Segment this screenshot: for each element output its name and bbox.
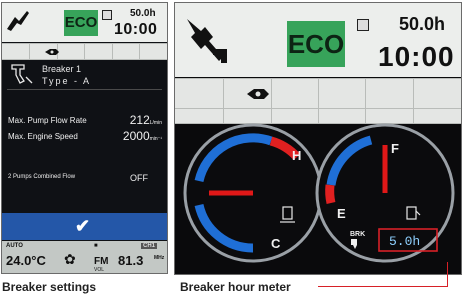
temp-high-label: H [292,148,301,163]
climate-audio-bar: AUTO 24.0°C ✿ ■ FM CH1 81.3 MHz VOL [2,241,167,273]
frequency-unit: MHz [154,255,165,261]
fuel-gauge: F E BRK 5.0h [315,123,455,263]
status-bar: ECO 50.0h 10:00 [2,3,167,42]
temp-cold-label: C [271,236,281,251]
indicator-strip [175,78,461,109]
setting-label: Max. Engine Speed [8,132,78,141]
fuel-low-arc [325,184,336,204]
radio-band[interactable]: FM [94,256,108,267]
breaker-hours-label: BRK [350,231,365,238]
breaker-hour-meter-screen: ECO 50.0h 10:00 H C F E BRK 5.0h [174,2,462,275]
hour-meter-icon [357,19,369,31]
fan-icon: ✿ [64,251,76,267]
setting-unit: L/min [149,120,162,126]
excavator-icon [7,11,29,31]
hour-meter-value: 50.0h [130,8,156,19]
caption-breaker-settings: Breaker settings [2,280,97,294]
checkmark-icon: ✔ [75,216,91,236]
coolant-temperature-gauge: H C [183,123,323,263]
breaker-icon [11,64,33,84]
eco-mode-badge: ECO [287,21,345,67]
setting-row-combined-flow[interactable]: 2 Pumps Combined Flow OFF [8,173,162,183]
setting-row-pump-flow[interactable]: Max. Pump Flow Rate 212L/min [8,113,162,127]
breaker-hours-value: 5.0h [389,234,420,249]
setting-unit: min⁻¹ [149,136,162,142]
breaker-settings-screen: ECO 50.0h 10:00 Breaker 1 Type - A Max. … [1,2,168,274]
setting-row-engine-speed[interactable]: Max. Engine Speed 2000min⁻¹ [8,129,162,143]
attachment-icon [247,89,269,99]
breaker-type: Type - A [42,76,92,86]
gauge-cluster: H C F E BRK 5.0h [183,123,455,263]
attachment-icon [45,49,59,55]
indicator-strip [2,43,167,60]
setting-value: 212 [129,113,150,127]
ac-mode[interactable]: AUTO [6,243,23,249]
radio-icon: ■ [94,243,98,249]
clock: 10:00 [378,41,455,72]
setting-label: 2 Pumps Combined Flow [8,174,76,180]
channel-badge: CH1 [141,243,158,249]
status-bar: ECO 50.0h 10:00 [175,3,461,77]
fuel-full-label: F [391,141,399,156]
radio-frequency[interactable]: 81.3 [118,253,143,268]
caption-breaker-hour-meter: Breaker hour meter [180,280,291,294]
fuel-empty-label: E [337,206,346,221]
divider [7,89,162,90]
temperature-value[interactable]: 24.0°C [6,253,46,268]
setting-value: 2000 [122,129,150,143]
volume-label: VOL [94,267,105,273]
confirm-button[interactable]: ✔ [2,213,167,240]
eco-mode-badge: ECO [64,10,98,36]
setting-label: Max. Pump Flow Rate [8,116,87,125]
hour-meter-icon [102,10,112,20]
breaker-name: Breaker 1 [42,64,82,74]
clock: 10:00 [114,21,158,38]
hour-meter-value: 50.0h [399,14,446,34]
setting-value: OFF [130,173,148,183]
callout-line-vertical [447,262,448,287]
indicator-strip-lower [175,109,461,124]
excavator-icon [187,19,227,63]
callout-line [318,286,447,287]
